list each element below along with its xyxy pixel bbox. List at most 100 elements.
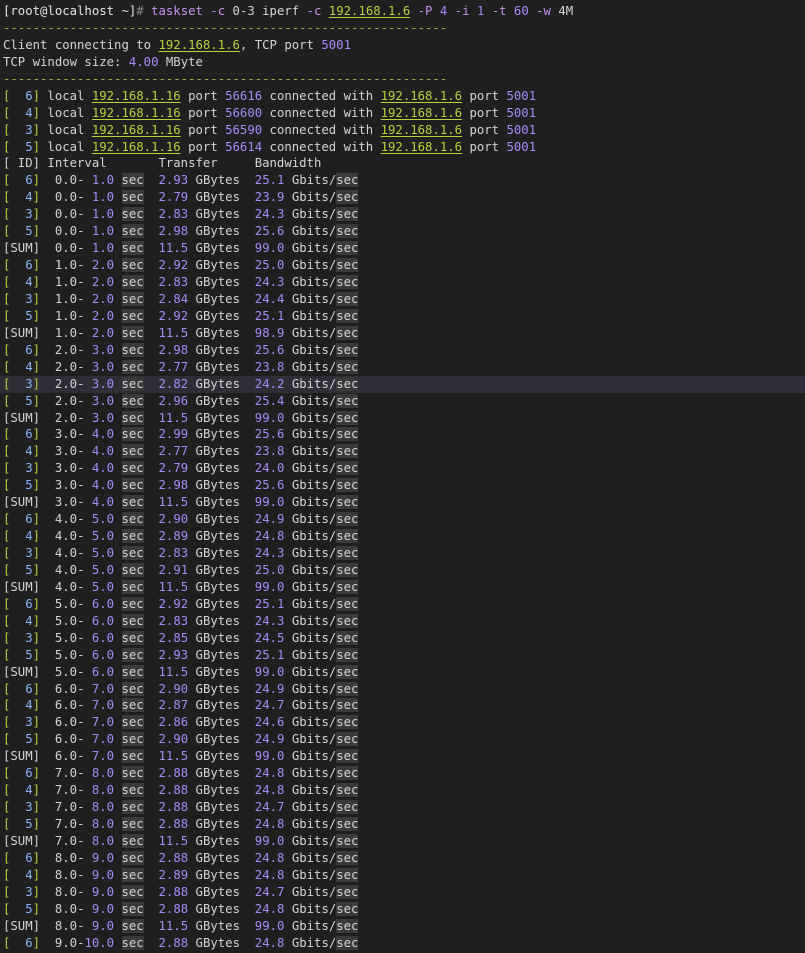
bandwidth-value: 23.8 — [254, 444, 285, 459]
interval-start: 9.0 — [54, 935, 78, 950]
bandwidth-sec-unit: sec — [336, 359, 359, 374]
id-bracket: ] — [32, 88, 41, 103]
bandwidth-unit: Gbits/ — [284, 190, 337, 205]
bandwidth-sec-unit: sec — [336, 173, 359, 188]
table-row: [ 4] 1.0- 2.0 sec 2.83 GBytes 24.3 Gbits… — [3, 274, 805, 291]
bandwidth-unit: Gbits/ — [284, 173, 337, 188]
transfer-unit: GBytes — [188, 359, 255, 374]
transfer-value: 11.5 — [158, 833, 189, 848]
sec-unit: sec — [121, 850, 144, 865]
transfer-unit: GBytes — [188, 241, 255, 256]
id-bracket: ] — [32, 478, 41, 493]
transfer-unit: GBytes — [188, 850, 255, 865]
sec-unit: sec — [121, 308, 144, 323]
sec-unit: sec — [121, 478, 144, 493]
bandwidth-unit: Gbits/ — [284, 495, 337, 510]
bandwidth-unit: Gbits/ — [284, 275, 337, 289]
table-row: [ 4] 8.0- 9.0 sec 2.89 GBytes 24.8 Gbits… — [3, 867, 805, 884]
id-bracket: ] — [32, 850, 41, 865]
interval-end: 1.0 — [84, 207, 115, 222]
bandwidth-sec-unit: sec — [336, 376, 359, 391]
transfer-value: 2.93 — [158, 173, 189, 188]
table-row: [ 5] 5.0- 6.0 sec 2.93 GBytes 25.1 Gbits… — [3, 647, 805, 664]
bandwidth-sec-unit: sec — [336, 850, 359, 865]
transfer-value: 11.5 — [158, 241, 189, 256]
bandwidth-unit: Gbits/ — [284, 749, 337, 764]
row-id: 4 — [10, 867, 33, 882]
interval-end: 9.0 — [84, 867, 115, 882]
connected-with-label: connected with — [262, 122, 381, 137]
interval-end: 3.0 — [84, 410, 115, 425]
interval-start: 5.0 — [54, 613, 78, 628]
id-bracket: ] — [32, 681, 41, 696]
port-label: port — [180, 139, 226, 154]
bandwidth-sec-unit: sec — [336, 562, 359, 577]
row-id: 3 — [10, 461, 33, 476]
id-bracket: ] — [32, 359, 41, 374]
sec-unit: sec — [121, 613, 144, 628]
interval-start: 8.0 — [54, 850, 78, 865]
interval-start: 6.0 — [54, 715, 78, 730]
bandwidth-sec-unit: sec — [336, 664, 359, 679]
transfer-unit: GBytes — [188, 766, 255, 781]
bandwidth-sec-unit: sec — [336, 529, 359, 544]
bandwidth-unit: Gbits/ — [284, 783, 337, 798]
transfer-unit: GBytes — [188, 512, 255, 527]
server-port: 5001 — [321, 37, 351, 52]
table-row: [ 6] 5.0- 6.0 sec 2.92 GBytes 25.1 Gbits… — [3, 596, 805, 613]
id-bracket: ] — [32, 512, 41, 527]
bandwidth-sec-unit: sec — [336, 732, 359, 747]
transfer-unit: GBytes — [188, 258, 255, 273]
row-id: 3 — [10, 207, 33, 222]
transfer-unit: GBytes — [188, 817, 255, 831]
interval-start: 3.0 — [54, 444, 78, 459]
terminal-window[interactable]: [root@localhost ~]# taskset -c 0-3 iperf… — [0, 0, 805, 953]
sum-row: [SUM] 6.0- 7.0 sec 11.5 GBytes 99.0 Gbit… — [3, 748, 805, 765]
sec-unit: sec — [121, 596, 144, 611]
sec-unit: sec — [121, 325, 144, 340]
transfer-unit: GBytes — [188, 918, 255, 933]
sec-unit: sec — [121, 918, 144, 933]
bandwidth-value: 24.8 — [254, 935, 285, 950]
bandwidth-sec-unit: sec — [336, 291, 359, 306]
sec-unit: sec — [121, 901, 144, 916]
bandwidth-value: 24.7 — [254, 884, 285, 899]
transfer-value: 11.5 — [158, 749, 189, 764]
bandwidth-value: 25.1 — [254, 308, 285, 323]
sec-unit: sec — [121, 512, 144, 527]
interval-end: 3.0 — [84, 342, 115, 357]
transfer-unit: GBytes — [188, 732, 255, 747]
bandwidth-value: 99.0 — [254, 579, 285, 594]
interval-start: 3.0 — [54, 461, 78, 476]
interval-start: 4.0 — [54, 529, 78, 544]
interval-start: 2.0 — [54, 359, 78, 374]
bandwidth-value: 99.0 — [254, 241, 285, 256]
bandwidth-sec-unit: sec — [336, 461, 359, 476]
bandwidth-unit: Gbits/ — [284, 342, 337, 357]
bandwidth-sec-unit: sec — [336, 698, 359, 713]
transfer-value: 2.92 — [158, 308, 189, 323]
interval-end: 2.0 — [84, 308, 115, 323]
bandwidth-sec-unit: sec — [336, 935, 359, 950]
row-id: 6 — [10, 173, 33, 188]
bandwidth-value: 24.6 — [254, 715, 285, 730]
transfer-unit: GBytes — [188, 613, 255, 628]
sec-unit: sec — [121, 410, 144, 425]
transfer-unit: GBytes — [188, 800, 255, 815]
